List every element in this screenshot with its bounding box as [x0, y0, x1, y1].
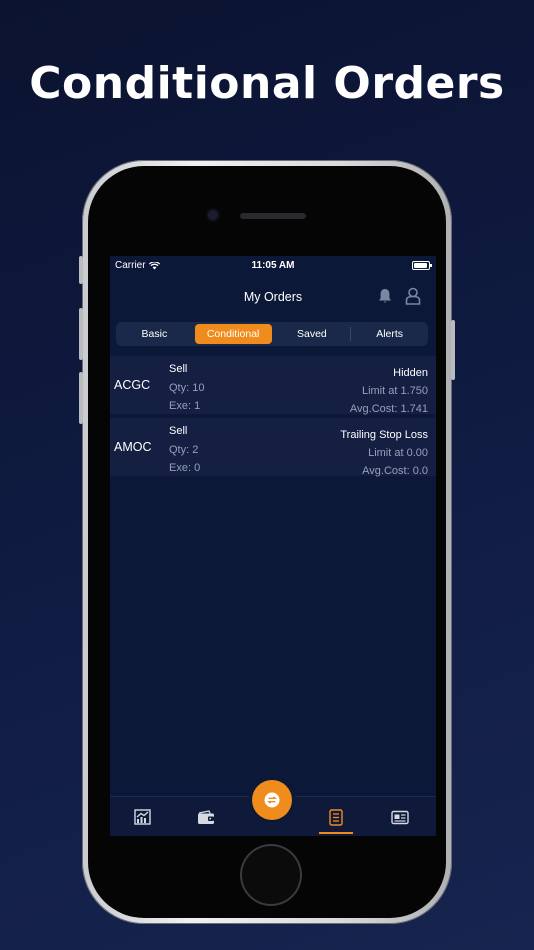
order-side: Sell [169, 363, 188, 375]
order-qty: Qty: 10 [169, 381, 205, 394]
order-type-tabs: Basic Conditional Saved Alerts [116, 322, 428, 346]
order-symbol: ACGC [114, 378, 151, 392]
orders-icon [329, 808, 343, 826]
tab-alerts[interactable]: Alerts [351, 324, 428, 344]
battery-icon [412, 261, 432, 270]
news-icon [391, 810, 409, 824]
status-time: 11:05 AM [251, 260, 295, 271]
tab-orders[interactable] [326, 807, 346, 827]
battery-level [414, 263, 427, 268]
volume-up-button [79, 308, 83, 360]
order-conditions: Hidden Limit at 1.750 Avg.Cost: 1.741 [350, 364, 428, 418]
order-exe: Exe: 0 [169, 462, 201, 474]
order-limit: Limit at 0.00 [368, 447, 428, 459]
tab-wallet[interactable] [196, 807, 216, 827]
tab-conditional[interactable]: Conditional [194, 324, 272, 344]
order-qty: Qty: 2 [169, 443, 199, 456]
order-conditions: Trailing Stop Loss Limit at 0.00 Avg.Cos… [340, 426, 428, 480]
front-camera [208, 210, 218, 220]
tab-saved[interactable]: Saved [274, 324, 351, 344]
earpiece-speaker [240, 213, 306, 219]
order-side: Sell [169, 425, 188, 437]
order-type: Hidden [393, 367, 428, 379]
wallet-icon [198, 809, 214, 824]
order-row[interactable]: AMOC Sell Qty: 2 Exe: 0 Trailing Stop Lo… [110, 418, 436, 480]
trade-fab-button[interactable] [252, 780, 292, 820]
user-icon[interactable] [405, 287, 421, 305]
tab-news[interactable] [390, 807, 410, 827]
tab-basic[interactable]: Basic [116, 324, 193, 344]
app-screen: Carrier 11:05 AM My Orders Basic Conditi… [110, 256, 436, 836]
order-avg-cost: Avg.Cost: 0.0 [362, 465, 428, 477]
tab-chart[interactable] [132, 807, 152, 827]
phone-bezel: Carrier 11:05 AM My Orders Basic Conditi… [88, 166, 446, 918]
volume-down-button [79, 372, 83, 424]
chart-icon [133, 809, 151, 825]
bell-icon[interactable] [378, 288, 392, 304]
order-row[interactable]: ACGC Sell Qty: 10 Exe: 1 Hidden Limit at… [110, 356, 436, 418]
nav-bar: My Orders [110, 282, 436, 314]
mute-switch [79, 256, 83, 284]
order-details: Sell Qty: 2 Exe: 0 [169, 422, 200, 478]
order-exe: Exe: 1 [169, 400, 201, 412]
order-avg-cost: Avg.Cost: 1.741 [349, 403, 428, 415]
order-symbol: AMOC [114, 440, 152, 454]
home-button[interactable] [242, 846, 300, 904]
phone-frame: Carrier 11:05 AM My Orders Basic Conditi… [79, 160, 455, 924]
swap-icon [264, 792, 280, 808]
headline: Conditional Orders [29, 58, 505, 109]
orders-list: ACGC Sell Qty: 10 Exe: 1 Hidden Limit at… [110, 356, 436, 480]
power-button [451, 320, 455, 380]
order-limit: Limit at 1.750 [361, 385, 428, 397]
active-tab-indicator [319, 832, 353, 834]
order-type: Trailing Stop Loss [340, 429, 428, 441]
status-bar: Carrier 11:05 AM [110, 256, 436, 276]
order-details: Sell Qty: 10 Exe: 1 [169, 360, 204, 416]
